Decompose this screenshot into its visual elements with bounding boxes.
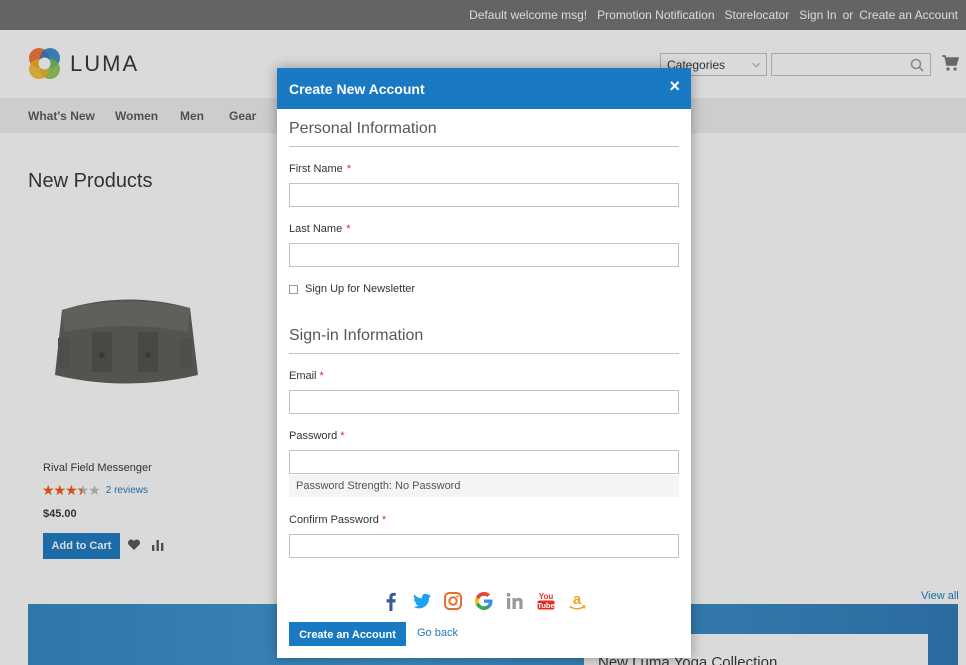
instagram-icon[interactable] xyxy=(442,590,464,612)
modal-header: Create New Account × xyxy=(277,68,691,109)
newsletter-label[interactable]: Sign Up for Newsletter xyxy=(305,283,415,295)
go-back-link[interactable]: Go back xyxy=(417,627,458,639)
amazon-icon[interactable]: a xyxy=(566,590,588,612)
password-field[interactable] xyxy=(289,450,679,474)
svg-text:a: a xyxy=(573,591,582,608)
twitter-icon[interactable] xyxy=(411,590,433,612)
facebook-icon[interactable] xyxy=(380,590,402,612)
password-label: Password * xyxy=(289,430,345,442)
close-icon[interactable]: × xyxy=(669,77,680,95)
create-account-modal: Create New Account × Personal Informatio… xyxy=(277,68,691,658)
confirm-password-field[interactable] xyxy=(289,534,679,558)
google-icon[interactable] xyxy=(473,590,495,612)
first-name-label: First Name * xyxy=(289,163,352,175)
youtube-icon[interactable]: You Tube xyxy=(535,590,557,612)
personal-information-legend: Personal Information xyxy=(289,120,679,147)
last-name-field[interactable] xyxy=(289,243,679,267)
confirm-password-label: Confirm Password * xyxy=(289,514,387,526)
last-name-label: Last Name * xyxy=(289,223,351,235)
svg-text:Tube: Tube xyxy=(537,601,554,610)
email-field[interactable] xyxy=(289,390,679,414)
newsletter-row: Sign Up for Newsletter xyxy=(289,283,415,295)
password-strength-meter: Password Strength: No Password xyxy=(289,475,679,497)
newsletter-checkbox[interactable] xyxy=(289,284,298,294)
linkedin-icon[interactable] xyxy=(504,590,526,612)
email-label: Email * xyxy=(289,370,324,382)
svg-text:You: You xyxy=(539,592,554,601)
first-name-field[interactable] xyxy=(289,183,679,207)
create-account-button[interactable]: Create an Account xyxy=(289,622,406,646)
signin-information-legend: Sign-in Information xyxy=(289,327,679,354)
social-login-icons: You Tube a xyxy=(277,590,691,612)
modal-title: Create New Account xyxy=(289,81,425,97)
